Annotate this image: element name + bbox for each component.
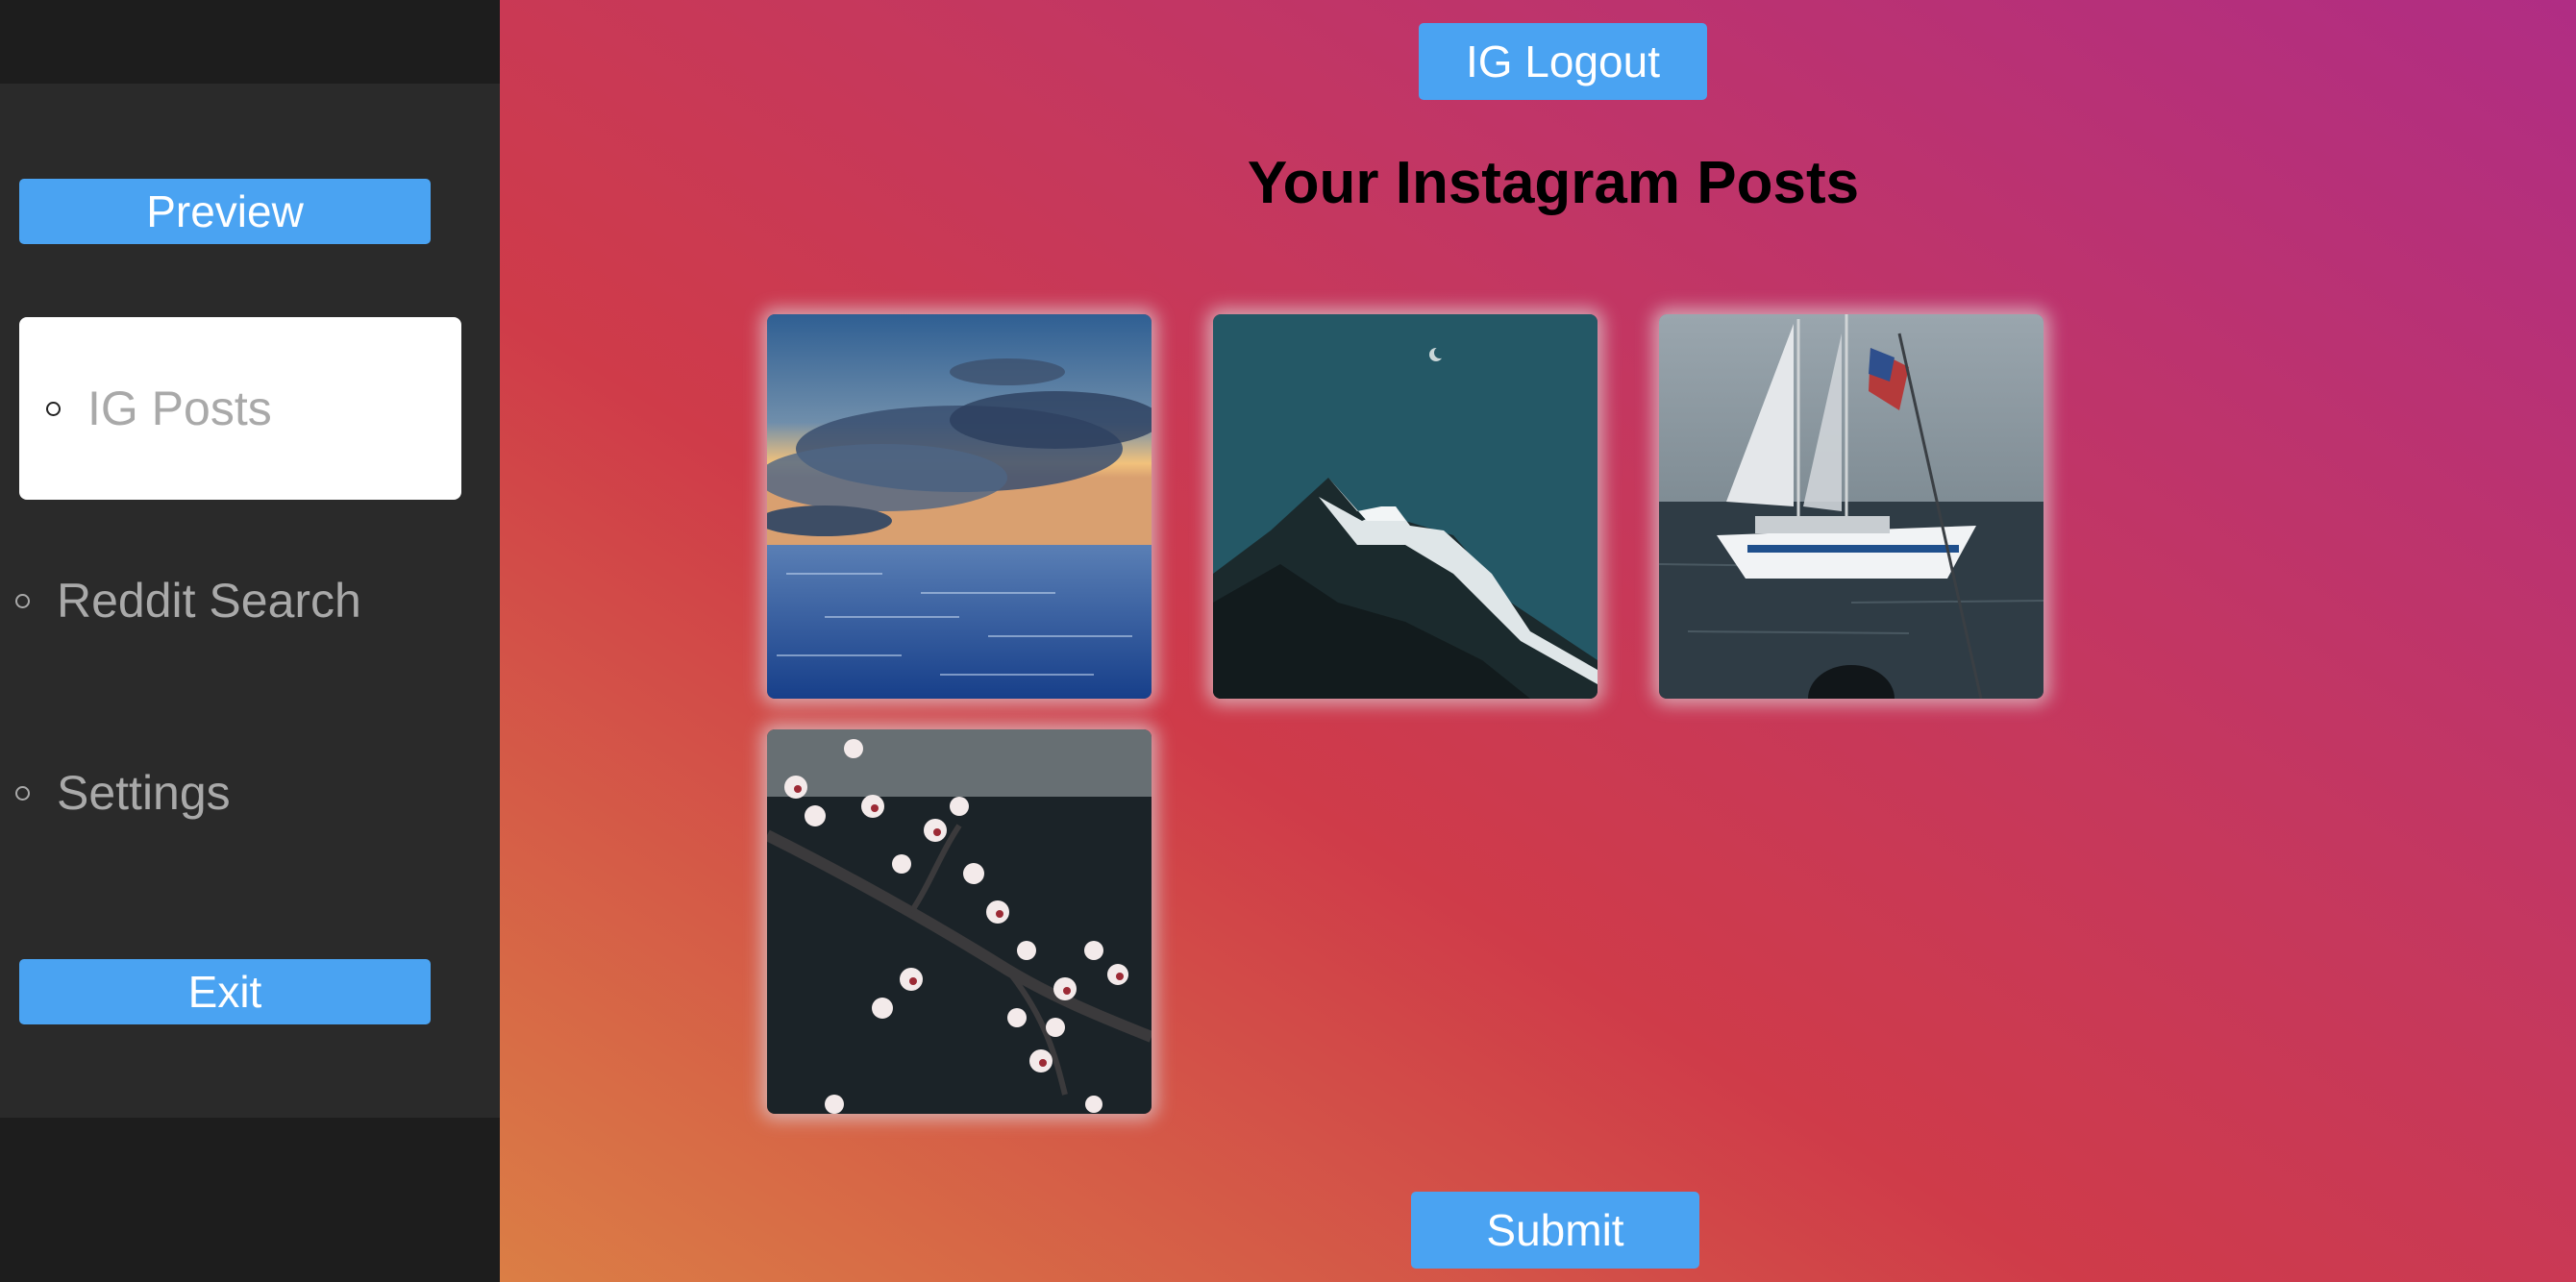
bullet-icon: [46, 401, 61, 416]
sidebar-item-label: Settings: [57, 766, 231, 820]
sidebar-item-reddit-search[interactable]: Reddit Search: [15, 565, 361, 636]
exit-button[interactable]: Exit: [19, 959, 431, 1024]
main-content: IG Logout Your Instagram Posts Submit: [500, 0, 2576, 1282]
cherry-blossom-image: [767, 729, 1152, 1114]
sidebar-item-ig-posts[interactable]: IG Posts: [19, 317, 461, 500]
ocean-sunset-image: [767, 314, 1152, 699]
bullet-icon: [15, 593, 30, 608]
sidebar: Preview IG Posts Reddit Search Settings …: [0, 0, 500, 1282]
post-thumbnail-sailboat[interactable]: [1659, 314, 2043, 699]
sidebar-item-label: Reddit Search: [57, 574, 361, 628]
ig-logout-button[interactable]: IG Logout: [1419, 23, 1707, 100]
post-thumbnail-mountain[interactable]: [1213, 314, 1598, 699]
sidebar-item-settings[interactable]: Settings: [15, 757, 231, 828]
post-thumbnail-cherry-blossom[interactable]: [767, 729, 1152, 1114]
page-title: Your Instagram Posts: [1247, 150, 1860, 216]
bullet-icon: [15, 785, 30, 801]
post-thumbnail-ocean[interactable]: [767, 314, 1152, 699]
preview-button[interactable]: Preview: [19, 179, 431, 244]
sailboat-image: [1659, 314, 2043, 699]
mountain-peak-image: [1213, 314, 1598, 699]
submit-button[interactable]: Submit: [1411, 1192, 1699, 1269]
sidebar-item-label: IG Posts: [87, 382, 272, 435]
